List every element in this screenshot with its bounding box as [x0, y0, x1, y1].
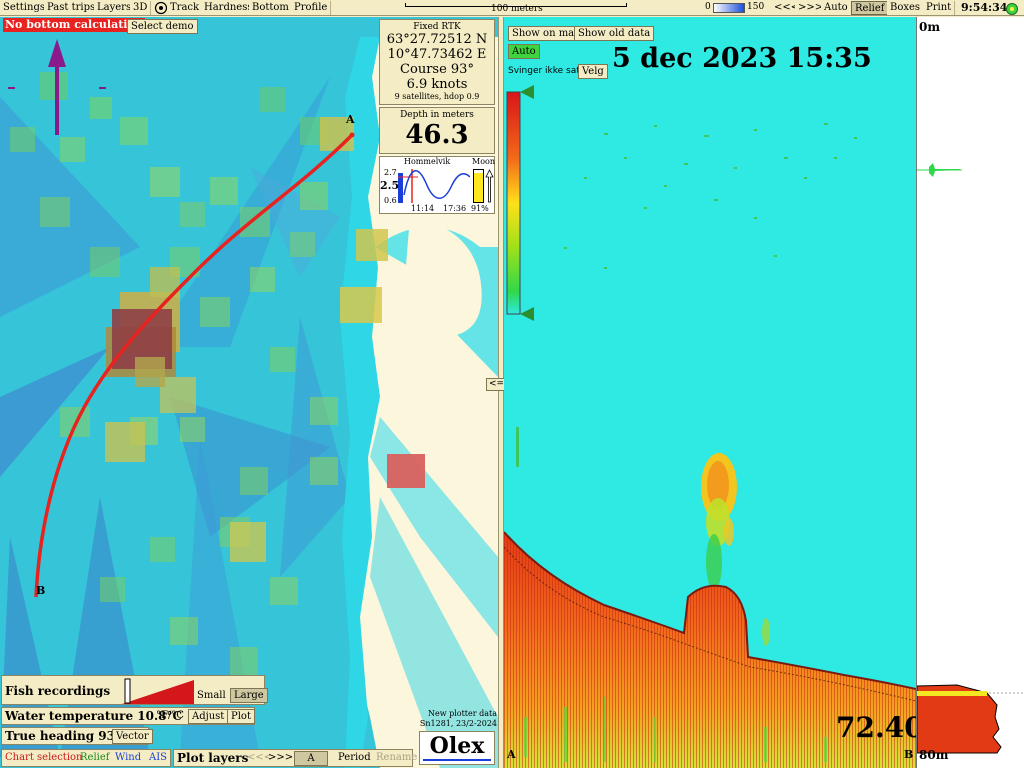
- settings-button[interactable]: Settings: [0, 1, 49, 15]
- echo-corner-b: B: [904, 748, 914, 761]
- tide-high-value: 2.7: [384, 168, 397, 177]
- olex-app: Settings Past trips Layers 3D Track Hard…: [0, 0, 1024, 768]
- plot-layers-next[interactable]: >>>: [268, 752, 293, 763]
- depth-value: 46.3: [405, 120, 469, 150]
- fish-size-slider[interactable]: [122, 678, 196, 704]
- vector-button[interactable]: Vector: [112, 729, 153, 744]
- tide-time-1: 11:14: [411, 204, 435, 213]
- track-button[interactable]: Track: [167, 1, 204, 15]
- color-scale-min: 0: [705, 2, 711, 12]
- wind-layer-button[interactable]: Wind: [115, 752, 141, 763]
- scale-top-label: 0m: [919, 20, 941, 34]
- transducer-status: Svinger ikke satt: [508, 66, 584, 76]
- tide-panel[interactable]: Hommelvik Moon 2.7 2.5 0.6 11:14 17:36 9…: [379, 156, 495, 214]
- auto-gain-button[interactable]: Auto: [508, 44, 540, 59]
- distance-scale: 100 meters: [405, 1, 627, 15]
- relief-layer-button[interactable]: Relief: [80, 752, 109, 763]
- gps-course: Course 93°: [400, 62, 474, 77]
- fish-small-option[interactable]: Small: [197, 690, 226, 701]
- plot-layer-a[interactable]: A: [294, 751, 328, 766]
- echo-datetime: 5 dec 2023 15:35: [612, 43, 872, 74]
- relief-button[interactable]: Relief: [851, 1, 889, 15]
- fish-recordings-label: Fish recordings: [5, 684, 111, 698]
- scale-bottom-label: 80m: [919, 748, 949, 762]
- color-scale-max: 150: [747, 2, 765, 12]
- bottom-layer-bar: Chart selection Relief Wind AIS: [1, 749, 171, 767]
- water-temperature-panel[interactable]: Water temperature 10.8°C °F/°C Adjust Pl…: [1, 707, 255, 725]
- water-adjust-button[interactable]: Adjust: [188, 709, 229, 724]
- print-button[interactable]: Print: [923, 1, 956, 15]
- gps-panel[interactable]: Fixed RTK 63°27.72512 N 10°47.73462 E Co…: [379, 19, 495, 105]
- chart-selection-button[interactable]: Chart selection: [5, 752, 82, 763]
- clock: 9:54:34: [961, 1, 1008, 14]
- color-scale-bar[interactable]: [713, 3, 745, 13]
- echo-sounder[interactable]: Show on map Show old data Auto Svinger i…: [504, 17, 916, 768]
- plotter-note: New plotter data Sn1281, 23/2-2024: [405, 709, 497, 729]
- gps-latitude: 63°27.72512 N: [386, 32, 488, 47]
- fish-recordings-panel[interactable]: Fish recordings Small Large: [1, 675, 268, 705]
- ais-layer-button[interactable]: AIS: [149, 752, 167, 763]
- fish-large-option[interactable]: Large: [230, 688, 268, 703]
- past-trips-button[interactable]: Past trips: [44, 1, 100, 15]
- layers-button[interactable]: Layers: [94, 1, 136, 15]
- echogram-canvas[interactable]: [504, 17, 916, 768]
- waypoint-b-label: B: [36, 584, 46, 597]
- velg-button[interactable]: Velg: [578, 64, 608, 79]
- show-old-data-button[interactable]: Show old data: [574, 26, 655, 41]
- gps-source: Fixed RTK: [413, 22, 461, 32]
- no-bottom-alert: No bottom calculation: [3, 18, 145, 32]
- moon-label: Moon: [472, 157, 495, 166]
- period-button[interactable]: Period: [338, 752, 371, 763]
- gps-satellites: 9 satellites, hdop 0.9: [394, 92, 480, 101]
- tide-place: Hommelvik: [404, 157, 451, 166]
- top-toolbar: Settings Past trips Layers 3D Track Hard…: [0, 0, 1024, 16]
- echo-corner-a: A: [507, 748, 516, 761]
- select-demo-button[interactable]: Select demo: [127, 19, 198, 34]
- rename-button[interactable]: Rename: [376, 752, 417, 763]
- moon-rising-arrow-icon: [485, 169, 494, 203]
- moon-phase-bar: [473, 169, 484, 203]
- depth-scale-panel[interactable]: 0m 80m: [916, 17, 1024, 768]
- distance-scale-label: 100 meters: [491, 4, 543, 14]
- boxes-button[interactable]: Boxes: [887, 1, 925, 15]
- chart-map[interactable]: No bottom calculation Select demo A B Fi…: [0, 17, 498, 768]
- gps-longitude: 10°47.73462 E: [387, 47, 487, 62]
- true-heading-panel[interactable]: True heading 93.0° Vector: [1, 727, 153, 745]
- auto-button[interactable]: Auto: [821, 1, 852, 15]
- waypoint-a-label: A: [346, 113, 355, 126]
- plot-layers-bar: Plot layers <<< >>> A Period Rename: [173, 749, 417, 767]
- tide-time-2: 17:36: [443, 204, 467, 213]
- bottom-depth-readout: 72.40: [836, 711, 916, 744]
- plot-layers-label: Plot layers: [177, 751, 249, 765]
- tide-current-value: 2.5: [380, 179, 400, 192]
- tide-curve-icon: [398, 169, 470, 203]
- tide-low-value: 0.6: [384, 196, 397, 205]
- temperature-unit-toggle[interactable]: °F/°C: [156, 710, 184, 721]
- plotter-serial: Sn1281, 23/2-2024: [419, 719, 497, 728]
- ping-profile: [917, 163, 1024, 754]
- moon-percent: 91%: [471, 204, 489, 213]
- plotter-note-title: New plotter data: [427, 709, 497, 718]
- bottom-button[interactable]: Bottom: [249, 1, 293, 15]
- olex-logo-text: Olex: [429, 733, 485, 759]
- water-plot-button[interactable]: Plot: [227, 709, 255, 724]
- 3d-button[interactable]: 3D: [130, 1, 152, 15]
- profile-button[interactable]: Profile: [291, 1, 332, 15]
- depth-panel[interactable]: Depth in meters 46.3: [379, 107, 495, 154]
- olex-logo: Olex: [419, 731, 495, 765]
- gps-speed: 6.9 knots: [406, 77, 468, 92]
